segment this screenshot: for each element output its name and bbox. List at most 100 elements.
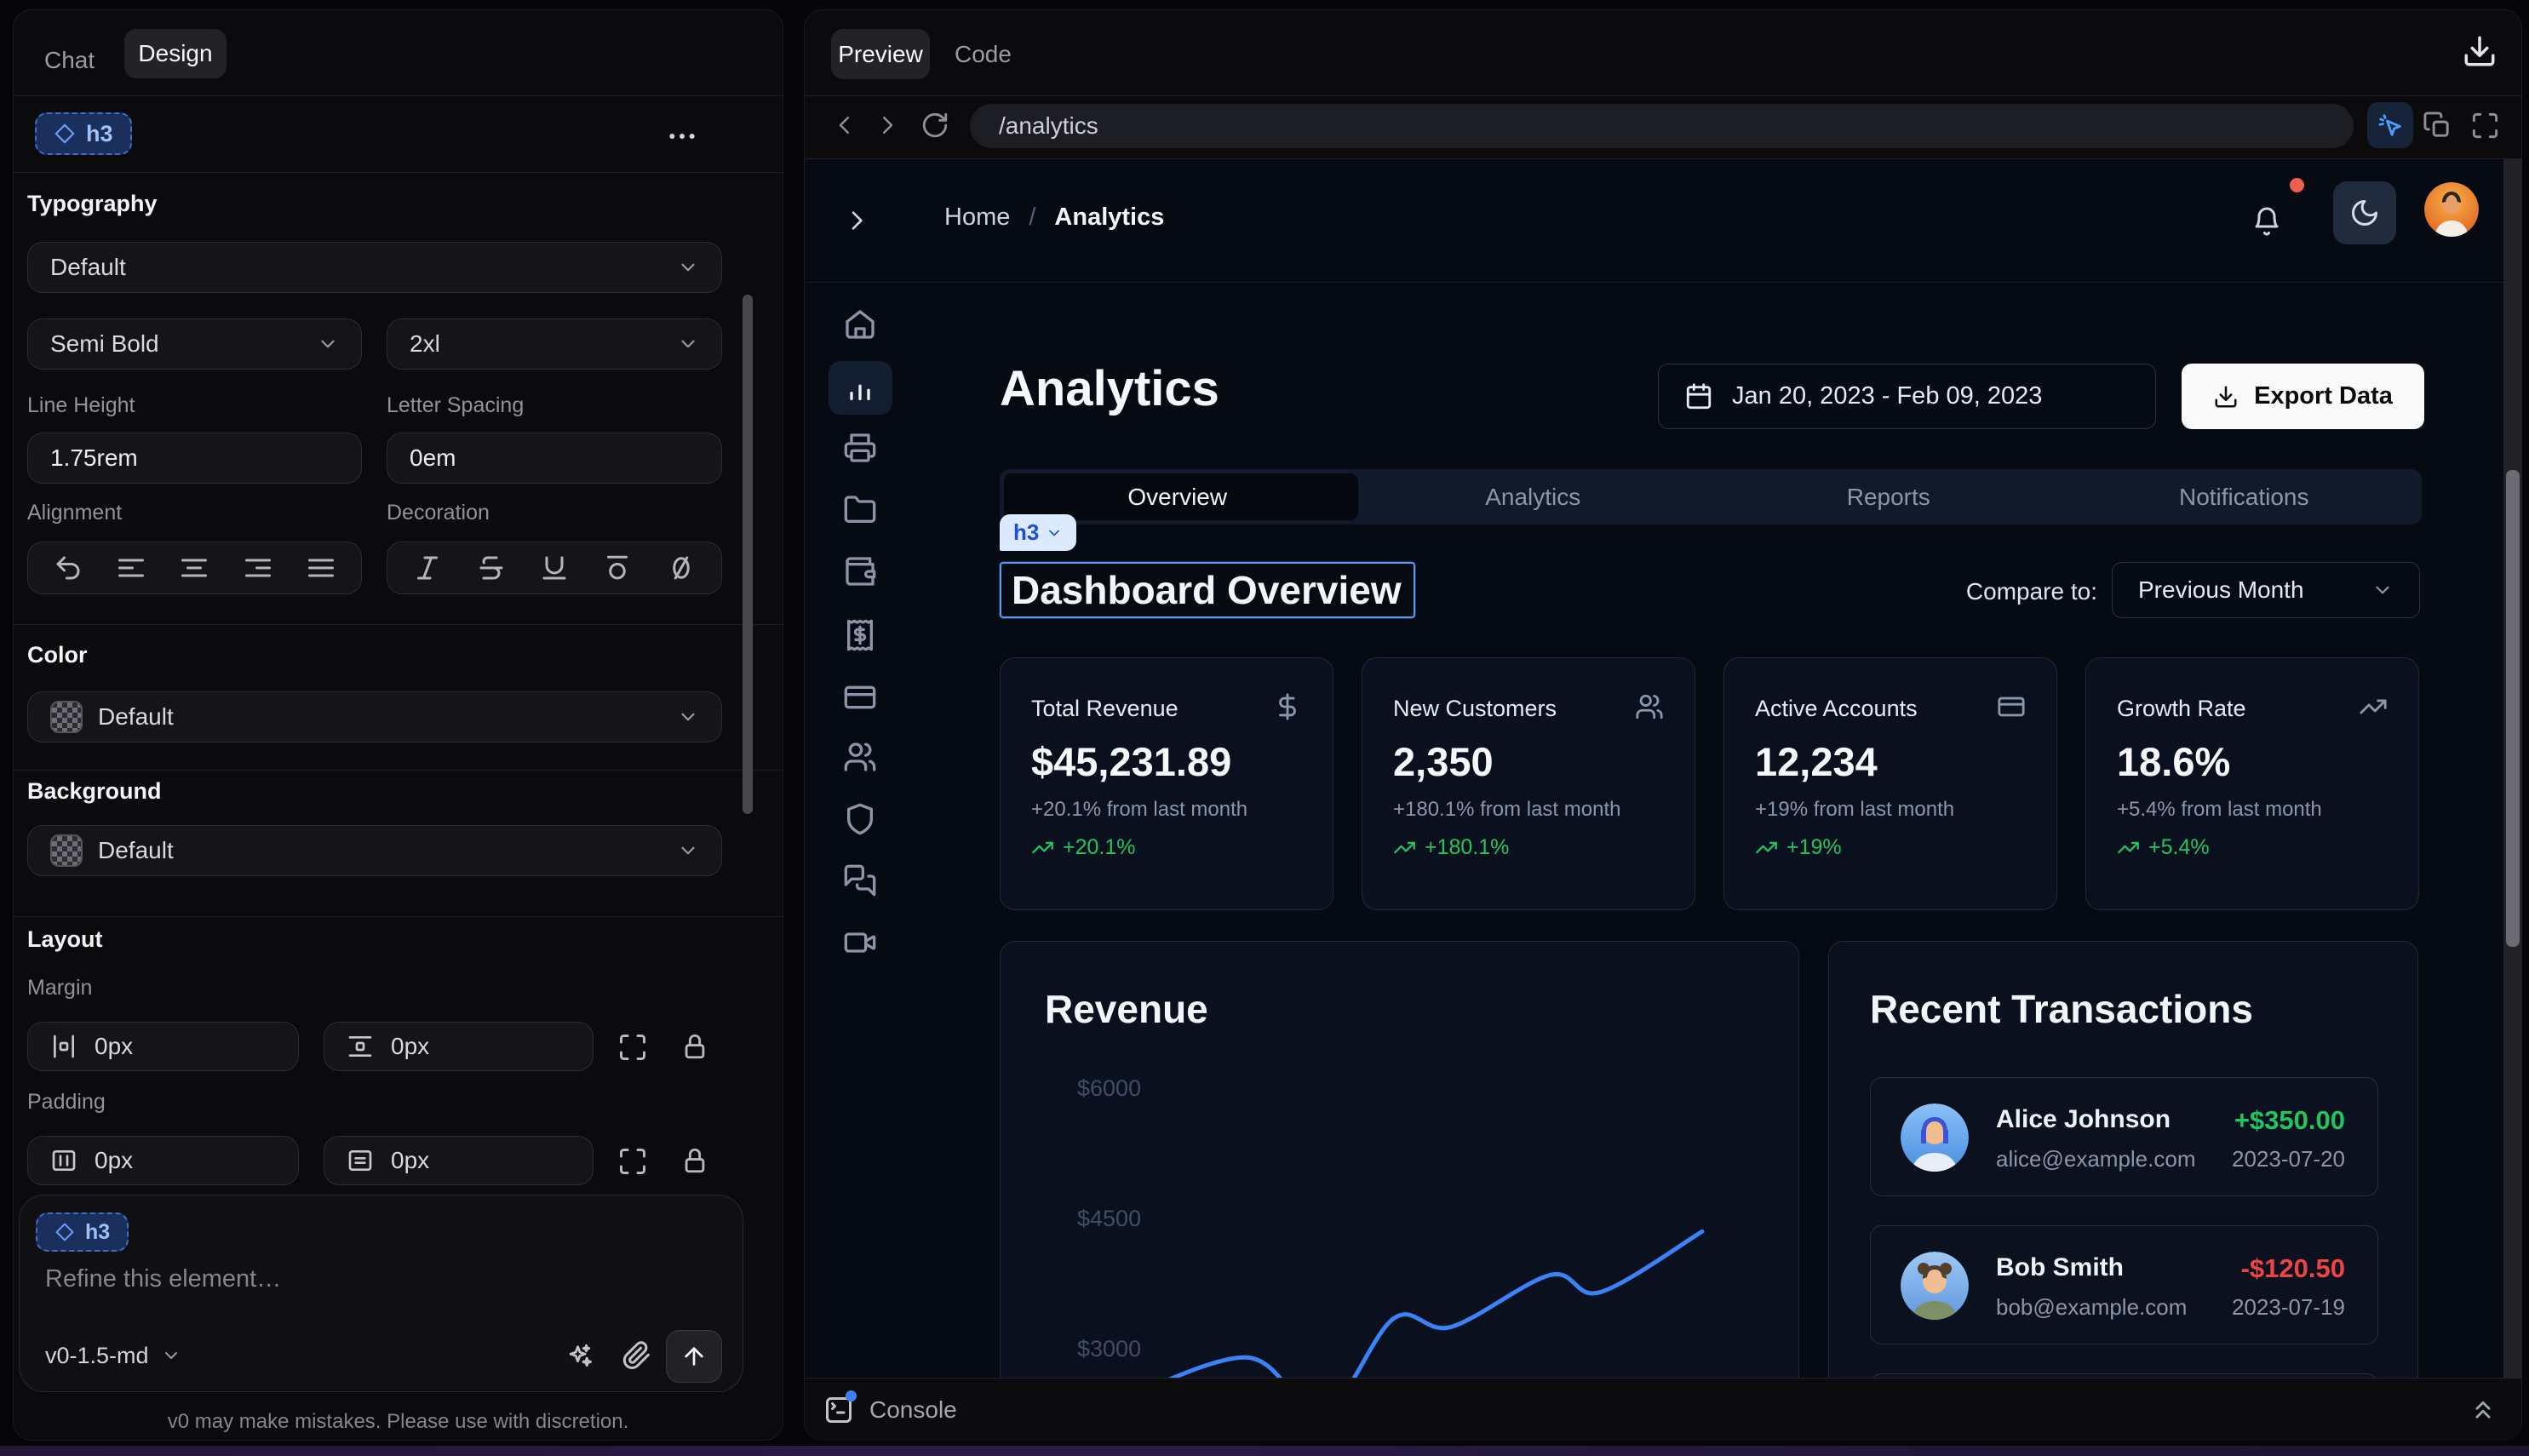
transaction-name: Bob Smith [1996, 1253, 2124, 1282]
arrow-up-icon [680, 1343, 708, 1370]
tab-chat[interactable]: Chat [44, 36, 95, 85]
align-center-icon[interactable] [179, 553, 209, 583]
viewport-scrollbar-track[interactable] [2503, 159, 2522, 1378]
export-data-button[interactable]: Export Data [2182, 364, 2424, 429]
inspect-mode-button[interactable] [2367, 102, 2413, 148]
sidebar-item-customers[interactable] [843, 740, 877, 774]
attach-icon[interactable] [622, 1340, 652, 1371]
duplicate-icon[interactable] [2423, 111, 2452, 140]
padding-x-input[interactable]: 0px [27, 1136, 299, 1185]
tab-preview[interactable]: Preview [831, 29, 930, 79]
model-select[interactable]: v0-1.5-md [45, 1330, 181, 1381]
overline-icon[interactable] [602, 553, 633, 583]
margin-y-input[interactable]: 0px [324, 1022, 594, 1071]
nav-back-icon[interactable] [832, 112, 857, 138]
color-section-label: Color [27, 642, 88, 668]
chevron-down-icon [2371, 579, 2394, 601]
letter-spacing-input[interactable]: 0em [387, 433, 722, 484]
background-value: Default [98, 837, 174, 864]
transactions-title: Recent Transactions [1870, 986, 2253, 1032]
background-swatch-icon [50, 834, 83, 867]
padding-y-input[interactable]: 0px [324, 1136, 594, 1185]
chevron-down-icon [677, 706, 699, 728]
url-bar[interactable] [970, 104, 2354, 148]
margin-lock-icon[interactable] [680, 1032, 709, 1061]
no-decoration-icon[interactable] [666, 553, 697, 583]
reset-alignment-icon[interactable] [53, 553, 83, 583]
margin-label: Margin [27, 976, 92, 1000]
url-input[interactable] [999, 112, 2325, 140]
refine-input[interactable] [45, 1265, 709, 1293]
refresh-icon[interactable] [920, 111, 949, 140]
console-expand-icon[interactable] [2469, 1395, 2497, 1424]
tab-code[interactable]: Code [955, 29, 1012, 79]
sidebar-item-wallet[interactable] [843, 554, 877, 588]
users-icon [1635, 692, 1664, 721]
compare-select[interactable]: Previous Month [2112, 562, 2420, 618]
breadcrumb-home[interactable]: Home [944, 203, 1010, 232]
font-size-select[interactable]: 2xl [387, 318, 722, 370]
sidebar-item-messages[interactable] [843, 863, 877, 897]
sidebar-item-receipts[interactable] [843, 618, 877, 652]
font-select[interactable]: Default [27, 242, 722, 293]
sidebar-item-invoices[interactable] [843, 431, 877, 465]
italic-icon[interactable] [412, 553, 443, 583]
font-weight-select[interactable]: Semi Bold [27, 318, 362, 370]
color-select[interactable]: Default [27, 691, 722, 742]
tab-design[interactable]: Design [124, 29, 227, 78]
user-avatar[interactable] [2424, 182, 2479, 237]
desktop-background: Chat Design h3 Typography Default Semi B… [0, 0, 2529, 1456]
fullscreen-icon[interactable] [2470, 111, 2500, 140]
sidebar-item-video[interactable] [843, 926, 877, 960]
sidebar-expand-icon[interactable] [843, 207, 870, 234]
notifications-bell-icon[interactable] [2251, 206, 2282, 237]
tab-overview[interactable]: Overview [1000, 484, 1356, 511]
compare-value: Previous Month [2138, 576, 2304, 604]
element-menu-button[interactable] [665, 119, 699, 153]
margin-expand-icon[interactable] [617, 1032, 648, 1063]
align-right-icon[interactable] [243, 553, 273, 583]
trending-up-icon [1393, 836, 1416, 859]
sidebar-item-security[interactable] [843, 802, 877, 836]
transaction-name: Alice Johnson [1996, 1105, 2171, 1134]
padding-expand-icon[interactable] [617, 1146, 648, 1177]
tab-notifications[interactable]: Notifications [2067, 484, 2423, 511]
sidebar-item-home[interactable] [843, 307, 877, 341]
strikethrough-icon[interactable] [476, 553, 507, 583]
sidebar-item-files[interactable] [843, 493, 877, 527]
background-select[interactable]: Default [27, 825, 722, 876]
stat-trend-value: +20.1% [1063, 835, 1136, 860]
console-badge-dot [846, 1390, 857, 1402]
composer-element-badge: h3 [36, 1212, 129, 1252]
transaction-amount: +$350.00 [2234, 1105, 2345, 1136]
component-diamond-icon [54, 1222, 75, 1242]
selected-heading[interactable]: Dashboard Overview [1000, 562, 1415, 618]
compare-label: Compare to: [1955, 578, 2097, 605]
send-button[interactable] [666, 1330, 722, 1383]
date-range-button[interactable]: Jan 20, 2023 - Feb 09, 2023 [1658, 364, 2156, 429]
padding-lock-icon[interactable] [680, 1146, 709, 1175]
viewport-scrollbar-thumb[interactable] [2506, 470, 2520, 947]
nav-forward-icon[interactable] [875, 112, 900, 138]
stat-title: Growth Rate [2117, 696, 2246, 722]
enhance-prompt-icon[interactable] [565, 1342, 594, 1371]
transaction-row-alice[interactable]: Alice Johnson alice@example.com +$350.00… [1870, 1077, 2378, 1196]
credit-card-icon [1997, 692, 2026, 721]
download-project-icon[interactable] [2462, 33, 2497, 69]
align-left-icon[interactable] [116, 553, 146, 583]
theme-toggle-button[interactable] [2333, 181, 2396, 244]
stat-value: $45,231.89 [1031, 738, 1231, 785]
sidebar-item-cards[interactable] [843, 680, 877, 714]
tab-reports[interactable]: Reports [1711, 484, 2067, 511]
align-justify-icon[interactable] [306, 553, 336, 583]
inspected-element-tag[interactable]: h3 [1000, 514, 1076, 551]
svg-text:$6000: $6000 [1077, 1075, 1141, 1101]
sidebar-item-analytics[interactable] [843, 370, 877, 404]
underline-icon[interactable] [539, 553, 570, 583]
margin-x-input[interactable]: 0px [27, 1022, 299, 1071]
panel-scrollbar[interactable] [743, 295, 753, 814]
transaction-row-bob[interactable]: Bob Smith bob@example.com -$120.50 2023-… [1870, 1225, 2378, 1344]
line-height-input[interactable]: 1.75rem [27, 433, 362, 484]
console-bar[interactable]: Console [805, 1378, 2521, 1441]
tab-analytics[interactable]: Analytics [1356, 484, 1712, 511]
